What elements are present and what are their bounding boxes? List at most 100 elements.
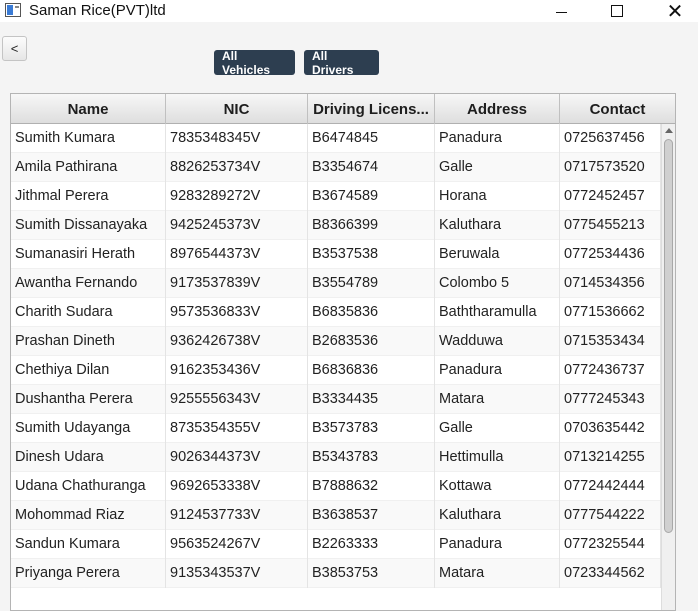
table-row[interactable]: Dushantha Perera 9255556343V B3334435 Matar…: [11, 385, 661, 414]
contact-cell: 0772442444: [560, 472, 661, 501]
address-cell: Galle: [435, 153, 560, 182]
contact-cell: 0777245343: [560, 385, 661, 414]
name-cell: Charith Sudara: [11, 298, 166, 327]
title-bar: Saman Rice(PVT)ltd ✕: [0, 0, 698, 23]
address-cell: Beruwala: [435, 240, 560, 269]
table-row[interactable]: Udana Chathuranga 9692653338V B7888632 Kott…: [11, 472, 661, 501]
nic-cell: 9563524267V: [166, 530, 308, 559]
license-cell: B6474845: [308, 124, 435, 153]
address-cell: Matara: [435, 559, 560, 588]
nic-cell: 9692653338V: [166, 472, 308, 501]
license-cell: B3853753: [308, 559, 435, 588]
name-cell: Sumith Kumara: [11, 124, 166, 153]
address-cell: Panadura: [435, 124, 560, 153]
name-cell: Priyanga Perera: [11, 559, 166, 588]
nic-cell: 8976544373V: [166, 240, 308, 269]
window-title: Saman Rice(PVT)ltd: [29, 2, 166, 19]
nic-cell: 9573536833V: [166, 298, 308, 327]
table-row[interactable]: Charith Sudara 9573536833V B6835836 Baththa…: [11, 298, 661, 327]
contact-cell: 0772436737: [560, 356, 661, 385]
maximize-button[interactable]: [594, 0, 640, 22]
address-cell: Baththaramulla: [435, 298, 560, 327]
table-row[interactable]: Chethiya Dilan 9162353436V B6836836 Panadur…: [11, 356, 661, 385]
table-row[interactable]: Prashan Dineth 9362426738V B2683536 Wadduwa…: [11, 327, 661, 356]
column-header-nic[interactable]: NIC: [166, 94, 308, 124]
contact-cell: 0713214255: [560, 443, 661, 472]
contact-cell: 0703635442: [560, 414, 661, 443]
name-cell: Sumith Udayanga: [11, 414, 166, 443]
scroll-up-icon[interactable]: [665, 128, 673, 133]
all-drivers-button[interactable]: All Drivers: [304, 49, 379, 77]
minimize-icon: [555, 11, 567, 13]
minimize-button[interactable]: [538, 0, 584, 22]
contact-cell: 0717573520: [560, 153, 661, 182]
address-cell: Horana: [435, 182, 560, 211]
license-cell: B3537538: [308, 240, 435, 269]
license-cell: B7888632: [308, 472, 435, 501]
close-button[interactable]: ✕: [652, 0, 698, 23]
license-cell: B3354674: [308, 153, 435, 182]
contact-cell: 0775455213: [560, 211, 661, 240]
app-icon: [5, 3, 21, 17]
table-row[interactable]: Sumith Dissanayaka 9425245373V B8366399 Kal…: [11, 211, 661, 240]
column-header-contact[interactable]: Contact: [560, 94, 675, 124]
name-cell: Sumanasiri Herath: [11, 240, 166, 269]
table-row[interactable]: Amila Pathirana 8826253734V B3354674 Galle 0…: [11, 153, 661, 182]
license-cell: B3638537: [308, 501, 435, 530]
contact-cell: 0715353434: [560, 327, 661, 356]
name-cell: Jithmal Perera: [11, 182, 166, 211]
nic-cell: 9026344373V: [166, 443, 308, 472]
table-row[interactable]: Sumanasiri Herath 8976544373V B3537538 Beru…: [11, 240, 661, 269]
table-row[interactable]: Awantha Fernando 9173537839V B3554789 Colom…: [11, 269, 661, 298]
name-cell: Sandun Kumara: [11, 530, 166, 559]
address-cell: Wadduwa: [435, 327, 560, 356]
name-cell: Amila Pathirana: [11, 153, 166, 182]
table-row[interactable]: Mohommad Riaz 9124537733V B3638537 Kaluthar…: [11, 501, 661, 530]
nic-cell: 9162353436V: [166, 356, 308, 385]
license-cell: B6835836: [308, 298, 435, 327]
license-cell: B3573783: [308, 414, 435, 443]
table-row[interactable]: Jithmal Perera 9283289272V B3674589 Horana 0…: [11, 182, 661, 211]
nic-cell: 9255556343V: [166, 385, 308, 414]
nic-cell: 9173537839V: [166, 269, 308, 298]
vertical-scrollbar[interactable]: [661, 124, 675, 610]
nic-cell: 9135343537V: [166, 559, 308, 588]
table-row[interactable]: Priyanga Perera 9135343537V B3853753 Matara…: [11, 559, 661, 588]
table-body: Sumith Kumara 7835348345V B6474845 Panadura…: [11, 124, 661, 588]
contact-cell: 0771536662: [560, 298, 661, 327]
address-cell: Panadura: [435, 356, 560, 385]
table-row[interactable]: Sumith Udayanga 8735354355V B3573783 Galle 0…: [11, 414, 661, 443]
address-cell: Hettimulla: [435, 443, 560, 472]
scrollbar-thumb[interactable]: [664, 139, 673, 533]
main-content: < All Vehicles All Drivers Name NIC Driv…: [0, 29, 698, 611]
column-header-name[interactable]: Name: [11, 94, 166, 124]
contact-cell: 0723344562: [560, 559, 661, 588]
license-cell: B3554789: [308, 269, 435, 298]
all-vehicles-button[interactable]: All Vehicles: [214, 49, 295, 77]
table-header: Name NIC Driving Licens... Address Conta…: [11, 94, 675, 124]
address-cell: Matara: [435, 385, 560, 414]
nic-cell: 9425245373V: [166, 211, 308, 240]
license-cell: B5343783: [308, 443, 435, 472]
license-cell: B2263333: [308, 530, 435, 559]
nic-cell: 8735354355V: [166, 414, 308, 443]
address-cell: Kaluthara: [435, 211, 560, 240]
column-header-driving-license[interactable]: Driving Licens...: [308, 94, 435, 124]
name-cell: Chethiya Dilan: [11, 356, 166, 385]
table-row[interactable]: Sumith Kumara 7835348345V B6474845 Panadura…: [11, 124, 661, 153]
back-button[interactable]: <: [2, 36, 27, 61]
name-cell: Mohommad Riaz: [11, 501, 166, 530]
table-row[interactable]: Dinesh Udara 9026344373V B5343783 Hettimull…: [11, 443, 661, 472]
address-cell: Panadura: [435, 530, 560, 559]
contact-cell: 0772325544: [560, 530, 661, 559]
name-cell: Dinesh Udara: [11, 443, 166, 472]
maximize-icon: [611, 5, 623, 17]
license-cell: B3674589: [308, 182, 435, 211]
close-icon: ✕: [666, 0, 684, 23]
table-row[interactable]: Sandun Kumara 9563524267V B2263333 Panadura…: [11, 530, 661, 559]
contact-cell: 0772452457: [560, 182, 661, 211]
column-header-address[interactable]: Address: [435, 94, 560, 124]
nic-cell: 9283289272V: [166, 182, 308, 211]
address-cell: Kaluthara: [435, 501, 560, 530]
address-cell: Colombo 5: [435, 269, 560, 298]
